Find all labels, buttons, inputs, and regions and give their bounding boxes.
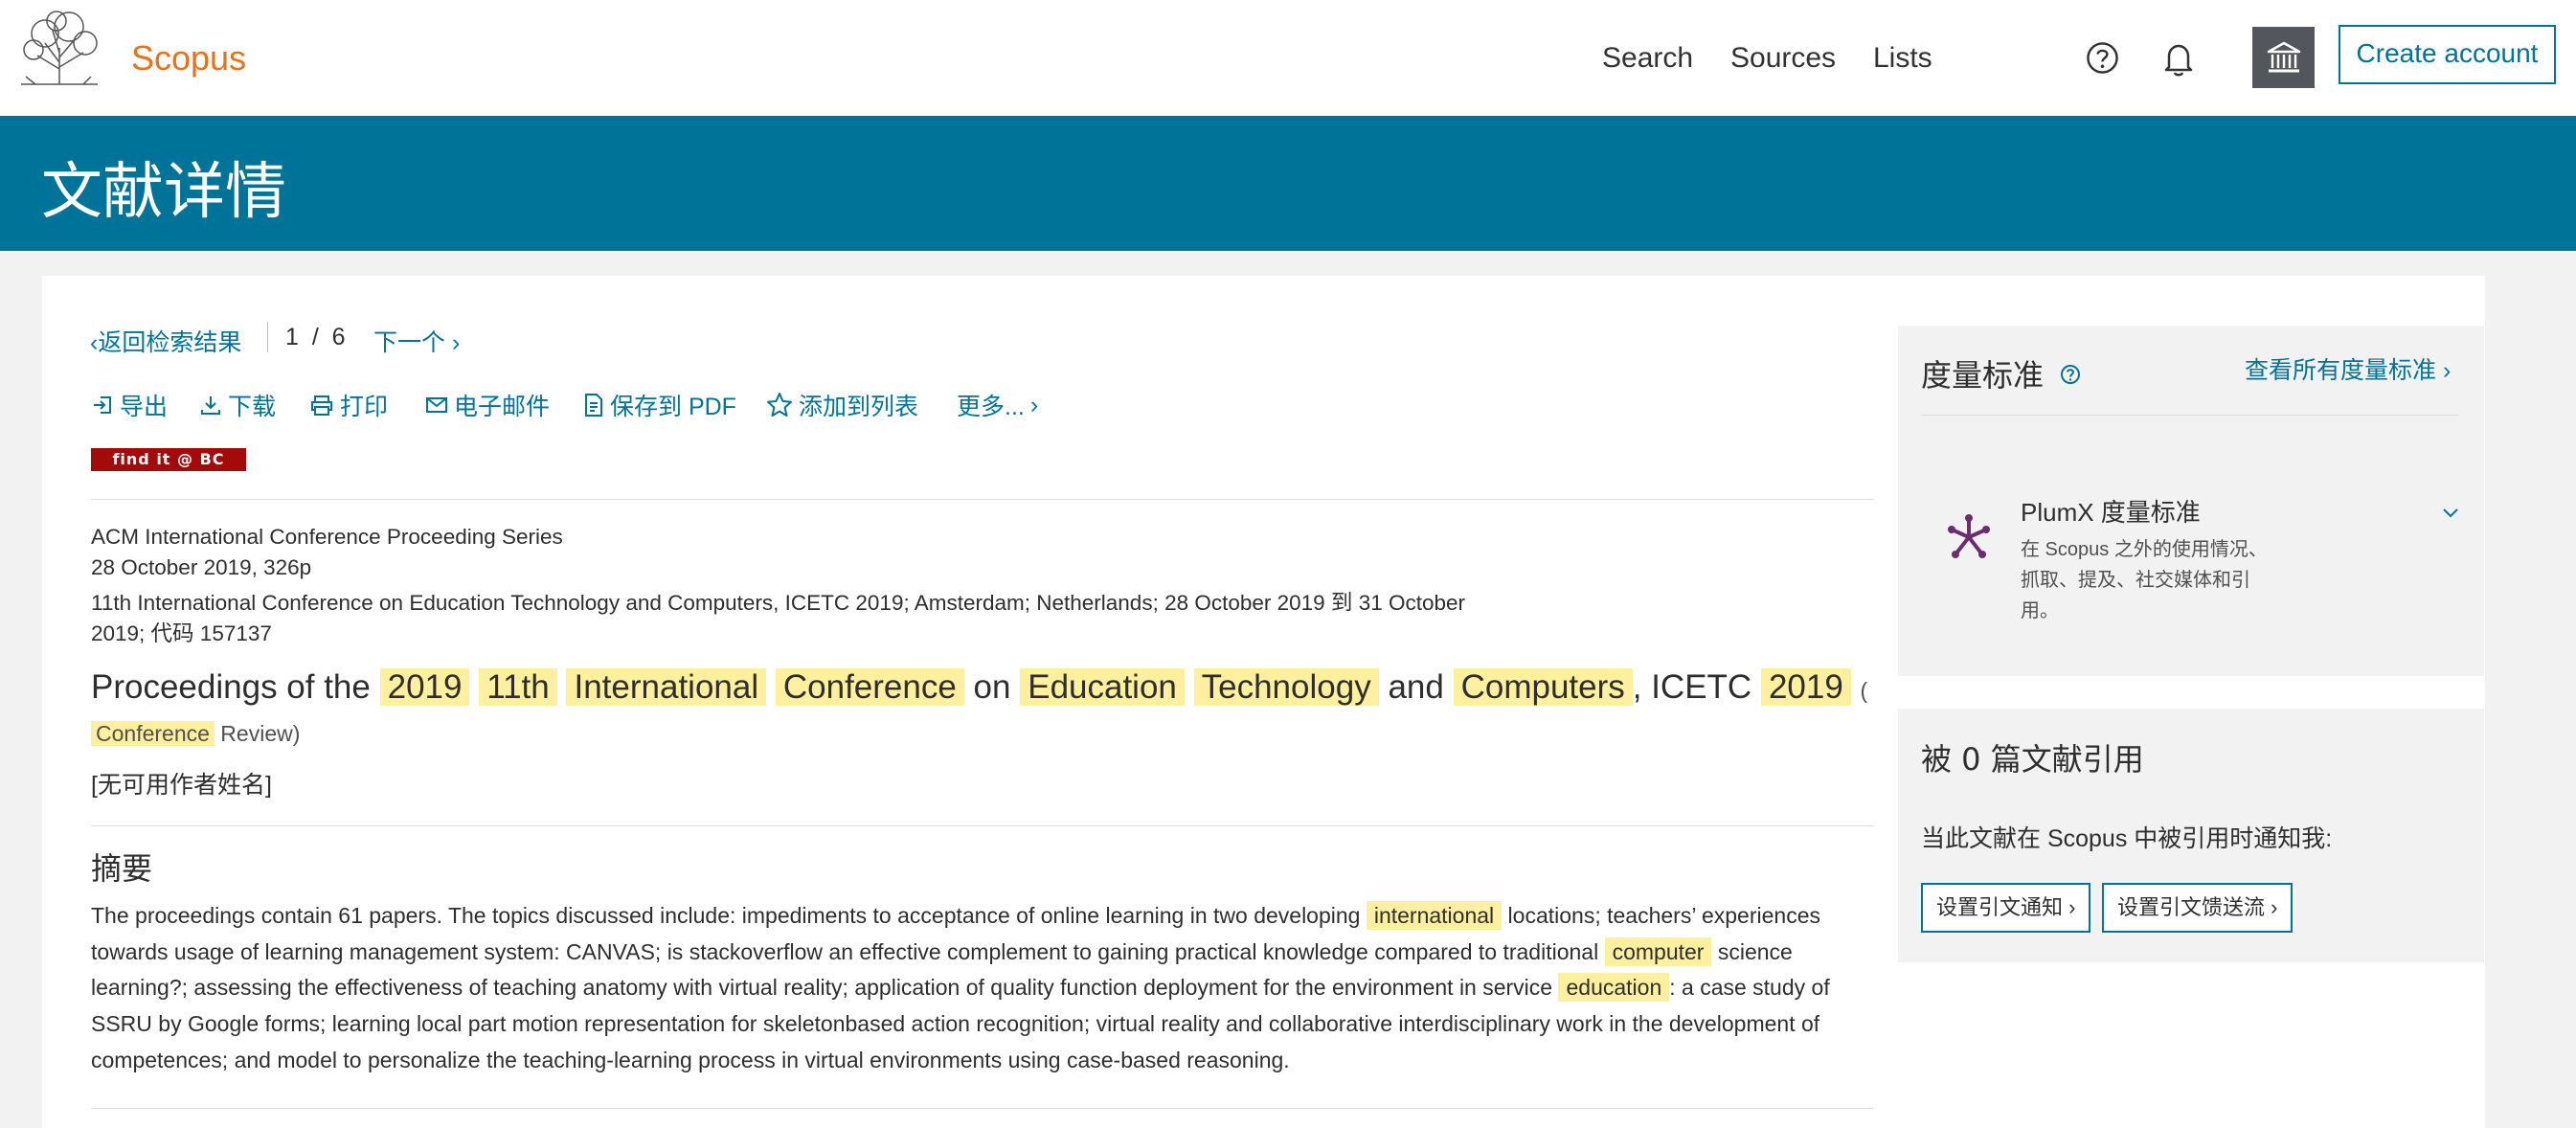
highlighted-term: international	[1366, 901, 1503, 930]
highlighted-term: Conference	[91, 721, 215, 746]
highlighted-term: computer	[1604, 936, 1712, 966]
scopus-brand[interactable]: Scopus	[131, 38, 246, 79]
email-button[interactable]: 电子邮件	[425, 388, 550, 422]
chevron-right-icon: ›	[1029, 391, 1039, 418]
plumx-icon	[1948, 514, 1990, 558]
source-series: ACM International Conference Proceeding …	[91, 525, 563, 549]
plumx-description: 在 Scopus 之外的使用情况、抓取、提及、社交媒体和引用。	[2021, 539, 2268, 621]
highlighted-term: education	[1558, 973, 1670, 1003]
nav-lists[interactable]: Lists	[1873, 42, 1932, 75]
authors: [无可用作者姓名]	[91, 772, 272, 799]
download-icon	[201, 396, 220, 415]
highlighted-term: 2019	[1760, 668, 1851, 706]
conference-info: 11th International Conference on Educati…	[91, 591, 1466, 615]
add-to-list-button[interactable]: 添加到列表	[766, 388, 918, 422]
set-citation-alert-button[interactable]: 设置引文通知 ›	[1921, 883, 2091, 933]
section-divider	[91, 1108, 1874, 1109]
export-icon	[94, 396, 111, 414]
institution-icon	[2267, 41, 2300, 73]
document-title: Proceedings of the 2019 11th Internation…	[91, 667, 1882, 754]
highlighted-term: International	[566, 668, 767, 706]
highlighted-term: Technology	[1193, 668, 1379, 706]
highlighted-term: Education	[1020, 668, 1185, 706]
view-all-metrics-link[interactable]: 查看所有度量标准 ›	[2245, 351, 2451, 386]
help-icon[interactable]	[2086, 41, 2119, 75]
more-menu-button[interactable]: 更多... ›	[957, 388, 1038, 422]
top-navigation-bar: Scopus Search Sources Lists Create accou…	[0, 0, 2576, 116]
chevron-down-icon[interactable]	[2440, 502, 2461, 523]
highlighted-term: Conference	[775, 668, 964, 706]
info-icon[interactable]	[2060, 364, 2081, 385]
abstract-segment: The proceedings contain 61 papers. The t…	[91, 903, 1367, 928]
set-citation-feed-button[interactable]: 设置引文馈送流 ›	[2102, 883, 2294, 933]
print-icon	[311, 395, 332, 416]
pager-divider	[267, 322, 268, 352]
section-divider	[91, 499, 1874, 500]
chevron-right-icon: ›	[445, 329, 461, 356]
download-button[interactable]: 下载	[199, 388, 276, 422]
section-divider	[91, 825, 1874, 826]
citation-notify-text: 当此文献在 Scopus 中被引用时通知我:	[1921, 825, 2333, 852]
title-text: , ICETC	[1632, 668, 1752, 706]
cited-by-title: 被 0 篇文献引用	[1921, 741, 2144, 778]
elsevier-tree-logo[interactable]	[16, 10, 102, 86]
publication-date: 28 October 2019, 326p	[91, 555, 312, 579]
highlighted-term: Computers	[1453, 668, 1633, 706]
chevron-right-icon: ›	[2436, 357, 2452, 384]
email-icon	[426, 397, 447, 413]
pager-position: 1 / 6	[285, 324, 346, 350]
page-banner: 文献详情	[0, 116, 2576, 251]
title-text: Proceedings of the	[91, 668, 371, 706]
print-button[interactable]: 打印	[309, 388, 388, 422]
export-button[interactable]: 导出	[91, 388, 168, 422]
nav-search[interactable]: Search	[1602, 42, 1693, 75]
institution-button[interactable]	[2252, 27, 2315, 88]
plumx-metrics-title[interactable]: PlumX 度量标准	[2021, 493, 2201, 529]
page-title: 文献详情	[41, 157, 286, 228]
highlighted-term: 2019	[379, 668, 470, 706]
bell-icon[interactable]	[2161, 40, 2196, 77]
title-text: on	[973, 668, 1011, 706]
conference-info-cont: 2019; 代码 157137	[91, 621, 272, 645]
metrics-title: 度量标准	[1921, 357, 2045, 394]
highlighted-term: 11th	[479, 668, 557, 706]
chevron-right-icon: ›	[2063, 895, 2076, 919]
save-pdf-button[interactable]: 保存到 PDF	[583, 388, 736, 422]
next-result-link[interactable]: 下一个 ›	[373, 324, 460, 358]
find-it-at-bc-button[interactable]: find it @ BC	[91, 448, 246, 471]
abstract-heading: 摘要	[91, 850, 153, 887]
nav-sources[interactable]: Sources	[1730, 42, 1836, 75]
metrics-divider	[1921, 415, 2459, 416]
star-icon	[767, 393, 792, 417]
create-account-button[interactable]: Create account	[2339, 25, 2556, 84]
back-to-results-link[interactable]: ‹返回检索结果	[90, 324, 241, 358]
pdf-icon	[585, 394, 602, 417]
chevron-right-icon: ›	[2265, 895, 2278, 919]
title-text: and	[1388, 668, 1444, 706]
abstract-text: The proceedings contain 61 papers. The t…	[91, 898, 1872, 1079]
